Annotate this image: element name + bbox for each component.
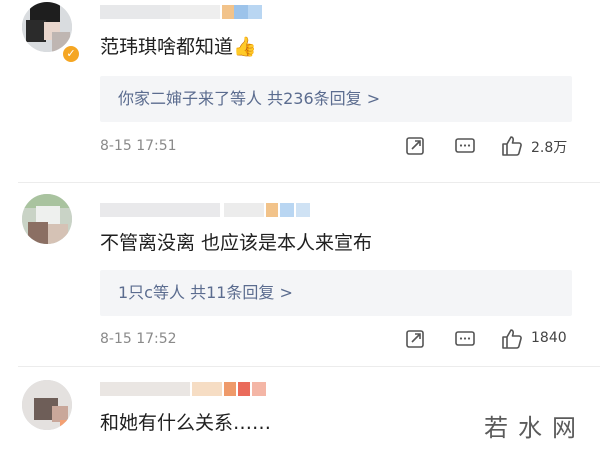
comment-icon[interactable] xyxy=(454,328,476,350)
share-icon[interactable] xyxy=(404,328,426,350)
comment-date: 8-15 17:51 xyxy=(100,138,177,154)
like-icon[interactable] xyxy=(500,327,524,351)
divider xyxy=(18,366,600,367)
comment-text: 和她有什么关系…… xyxy=(100,412,272,434)
like-count: 1840 xyxy=(531,330,567,346)
comment-icon[interactable] xyxy=(454,135,476,157)
reply-preview-box[interactable]: 你家二婶子来了等人 共236条回复 > xyxy=(100,76,572,122)
verified-badge-icon: ✓ xyxy=(61,44,81,64)
comment-date: 8-15 17:52 xyxy=(100,331,177,347)
comment-text: 不管离没离 也应该是本人来宣布 xyxy=(100,232,373,254)
share-icon[interactable] xyxy=(404,135,426,157)
divider xyxy=(18,182,600,183)
username-pixelated[interactable] xyxy=(100,203,325,217)
username-pixelated[interactable] xyxy=(100,5,270,19)
avatar[interactable] xyxy=(22,194,72,244)
avatar[interactable] xyxy=(22,380,72,430)
reply-link[interactable]: 你家二婶子来了等人 共236条回复 > xyxy=(118,87,380,111)
comment-text: 范玮琪啥都知道👍 xyxy=(100,36,257,58)
like-icon[interactable] xyxy=(500,134,524,158)
reply-link[interactable]: 1只c等人 共11条回复 > xyxy=(118,281,293,305)
like-count: 2.8万 xyxy=(531,140,568,156)
avatar[interactable] xyxy=(22,2,72,52)
comment-2: 不管离没离 也应该是本人来宣布 1只c等人 共11条回复 > 8-15 17:5… xyxy=(0,190,600,360)
username-pixelated[interactable] xyxy=(100,382,270,396)
comment-1: ✓ 范玮琪啥都知道👍 你家二婶子来了等人 共236条回复 > 8-15 17:5… xyxy=(0,0,600,170)
reply-preview-box[interactable]: 1只c等人 共11条回复 > xyxy=(100,270,572,316)
watermark: 若水网 xyxy=(484,414,586,442)
